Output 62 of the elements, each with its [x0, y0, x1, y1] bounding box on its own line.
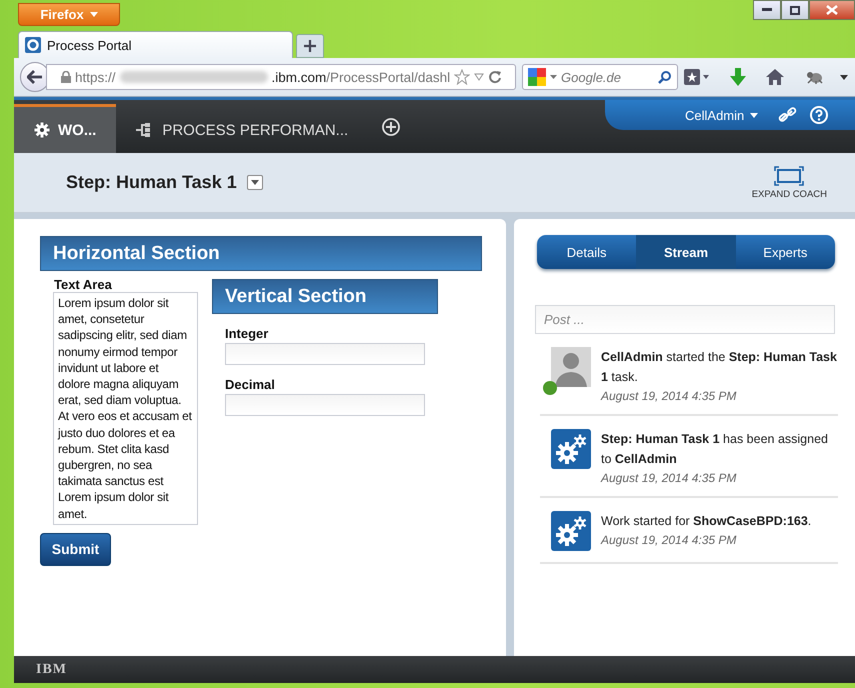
reload-icon[interactable] [488, 70, 502, 84]
stream-tab[interactable]: Details [537, 235, 636, 269]
section-header: Vertical Section [212, 279, 438, 314]
search-icon[interactable] [658, 70, 672, 84]
lock-icon [61, 71, 71, 83]
caret-icon [750, 112, 758, 118]
field-label: Decimal [225, 377, 276, 392]
caret-icon [250, 180, 259, 185]
stream-tab[interactable]: Stream [636, 235, 736, 269]
portal-tab[interactable]: PROCESS PERFORMAN... [116, 104, 368, 153]
post-field[interactable]: Post ... [535, 305, 835, 334]
maximize-button[interactable] [781, 0, 809, 20]
task-menu-button[interactable] [246, 175, 263, 190]
close-button[interactable] [809, 0, 855, 20]
maximize-icon [790, 6, 800, 14]
plus-icon [304, 40, 316, 52]
ibm-logo: IBM [36, 662, 67, 678]
gears-icon [551, 511, 591, 551]
input-field[interactable] [225, 394, 425, 416]
stream-tab[interactable]: Experts [736, 235, 835, 269]
home-icon[interactable] [766, 69, 784, 85]
back-arrow-icon [27, 70, 43, 84]
submit-button[interactable]: Submit [40, 532, 111, 566]
minimize-button[interactable] [753, 0, 781, 20]
activity-text: Work started for ShowCaseBPD:163. [601, 513, 812, 530]
expand-icon [774, 166, 804, 186]
gear-icon [25, 37, 41, 53]
bookmarks-icon[interactable] [684, 69, 710, 85]
activity-text: Step: Human Task 1 has been assigned to CellAdmin [601, 431, 829, 468]
section-header: Horizontal Section [40, 236, 482, 271]
help-icon[interactable] [810, 106, 828, 124]
avatar-icon [551, 347, 591, 387]
new-tab-button[interactable] [296, 34, 324, 58]
address-bar[interactable]: https:// .ibm.com/ProcessPortal/dashl [46, 64, 516, 90]
activity-text: CellAdmin started the Step: Human Task 1 task. [601, 349, 838, 386]
close-icon [826, 5, 838, 15]
search-engine-icon [528, 68, 546, 86]
task-title: Step: Human Task 1 [66, 172, 237, 193]
caret-icon[interactable] [840, 74, 848, 80]
field-label: Integer [225, 326, 270, 341]
link-icon[interactable] [778, 107, 798, 123]
portal-tab[interactable]: WO... [14, 104, 116, 153]
activity-time: August 19, 2014 4:35 PM [601, 389, 738, 403]
user-menu[interactable]: CellAdmin [685, 108, 758, 122]
activity-time: August 19, 2014 4:35 PM [601, 471, 738, 485]
caret-icon [550, 75, 557, 79]
minimize-icon [762, 8, 772, 12]
browser-tab[interactable]: Process Portal [18, 31, 293, 58]
text-area-field[interactable]: Lorem ipsum dolor sit amet, consetetur sadipscing elitr, sed diam nonumy eirmod tempor invidunt ut labore et dolore magna aliquyam erat, sed diam voluptua. At vero eos et accusam et justo duo dolores et ea rebum. Stet clita kasd gubergren, no sea takimata sanctus est Lorem ipsum dolor sit amet. [53, 292, 198, 525]
bug-icon[interactable] [806, 69, 824, 85]
activity-time: August 19, 2014 4:35 PM [601, 533, 738, 547]
expand-coach-button[interactable]: EXPAND COACH [752, 166, 827, 200]
gear-icon [34, 122, 50, 138]
input-field[interactable] [225, 343, 425, 365]
caret-icon [90, 12, 98, 17]
download-icon[interactable] [730, 68, 746, 86]
field-label: Text Area [54, 277, 113, 292]
star-icon[interactable] [454, 69, 470, 85]
add-icon[interactable] [382, 118, 400, 136]
dropdown-icon[interactable] [474, 73, 484, 81]
gears-icon [551, 429, 591, 469]
search-field[interactable]: Google.de [522, 64, 678, 90]
